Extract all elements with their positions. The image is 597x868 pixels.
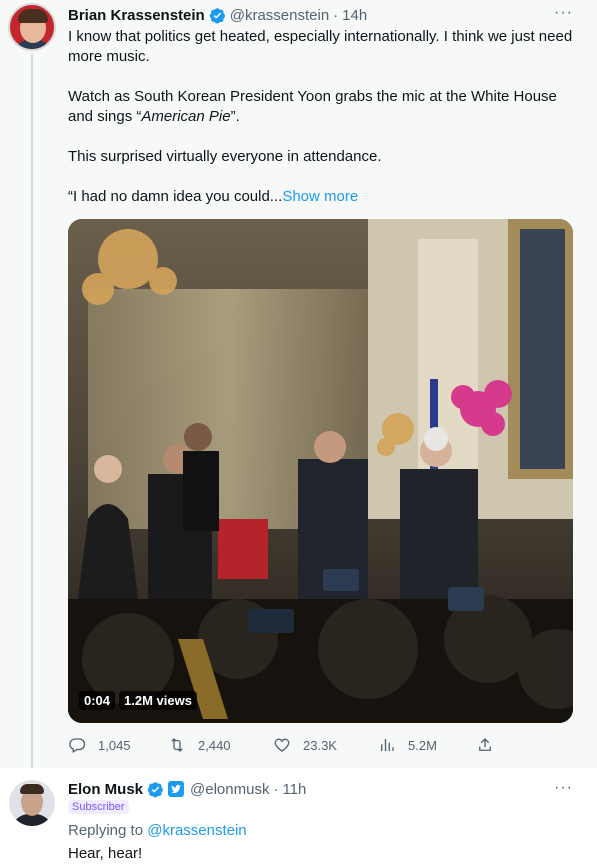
views-icon (381, 739, 394, 751)
avatar[interactable] (9, 780, 55, 826)
avatar[interactable] (8, 3, 56, 51)
tweet-text-line: Watch as South Korean President Yoon gra… (68, 88, 557, 125)
share-button[interactable] (476, 736, 506, 754)
show-more-link[interactable]: Show more (282, 188, 358, 205)
video-frame (68, 219, 573, 723)
author-handle[interactable]: @elonmusk (190, 781, 269, 798)
video-player[interactable] (68, 219, 573, 723)
retweet-count: 2,440 (198, 737, 231, 753)
like-icon (274, 738, 290, 752)
organization-badge-icon (168, 781, 185, 797)
thread-line (31, 54, 33, 768)
tweet-text: I know that politics get heated, especia… (68, 27, 578, 207)
retweet-button[interactable]: 2,440 (168, 736, 231, 754)
video-views: 1.2M views (119, 690, 197, 710)
tweet-actions: 1,045 2,440 23.3K 5.2M (68, 736, 498, 756)
retweet-icon (171, 738, 183, 752)
reply-text: Hear, hear! (68, 845, 143, 862)
subscriber-badge: Subscriber (68, 800, 129, 814)
verified-badge-icon (147, 781, 163, 797)
tweet-text-line: I know that politics get heated, especia… (68, 28, 573, 65)
video-badge: 0:04 1.2M views (79, 690, 197, 710)
views-count: 5.2M (408, 737, 437, 753)
timestamp[interactable]: 11h (282, 781, 306, 798)
video-duration: 0:04 (79, 690, 116, 710)
mention-link[interactable]: @krassenstein (147, 822, 246, 839)
views-button[interactable]: 5.2M (378, 736, 437, 754)
main-tweet: Brian Krassenstein @krassenstein · 14h ·… (0, 0, 597, 768)
like-button[interactable]: 23.3K (273, 736, 337, 754)
separator-dot: · (273, 780, 279, 798)
more-icon[interactable]: ··· (554, 779, 573, 797)
reply-count: 1,045 (98, 737, 131, 753)
tweet-text-line: This surprised virtually everyone in att… (68, 148, 382, 165)
tweet-header: Brian Krassenstein @krassenstein · 14h (68, 5, 367, 25)
like-count: 23.3K (303, 737, 337, 753)
author-handle[interactable]: @krassenstein (230, 7, 329, 24)
reply-header: Elon Musk @elonmusk · 11h (68, 779, 306, 799)
more-icon[interactable]: ··· (554, 4, 573, 22)
reply-icon (69, 738, 86, 753)
replying-to: Replying to @krassenstein (68, 822, 247, 839)
share-icon (479, 738, 491, 751)
tweet-text-line: “I had no damn idea you could...Show mor… (68, 188, 359, 205)
timestamp[interactable]: 14h (342, 7, 367, 24)
author-name[interactable]: Elon Musk (68, 781, 143, 798)
reply-button[interactable]: 1,045 (68, 736, 131, 754)
verified-badge-icon (209, 7, 225, 23)
separator-dot: · (333, 6, 339, 24)
author-name[interactable]: Brian Krassenstein (68, 7, 205, 24)
